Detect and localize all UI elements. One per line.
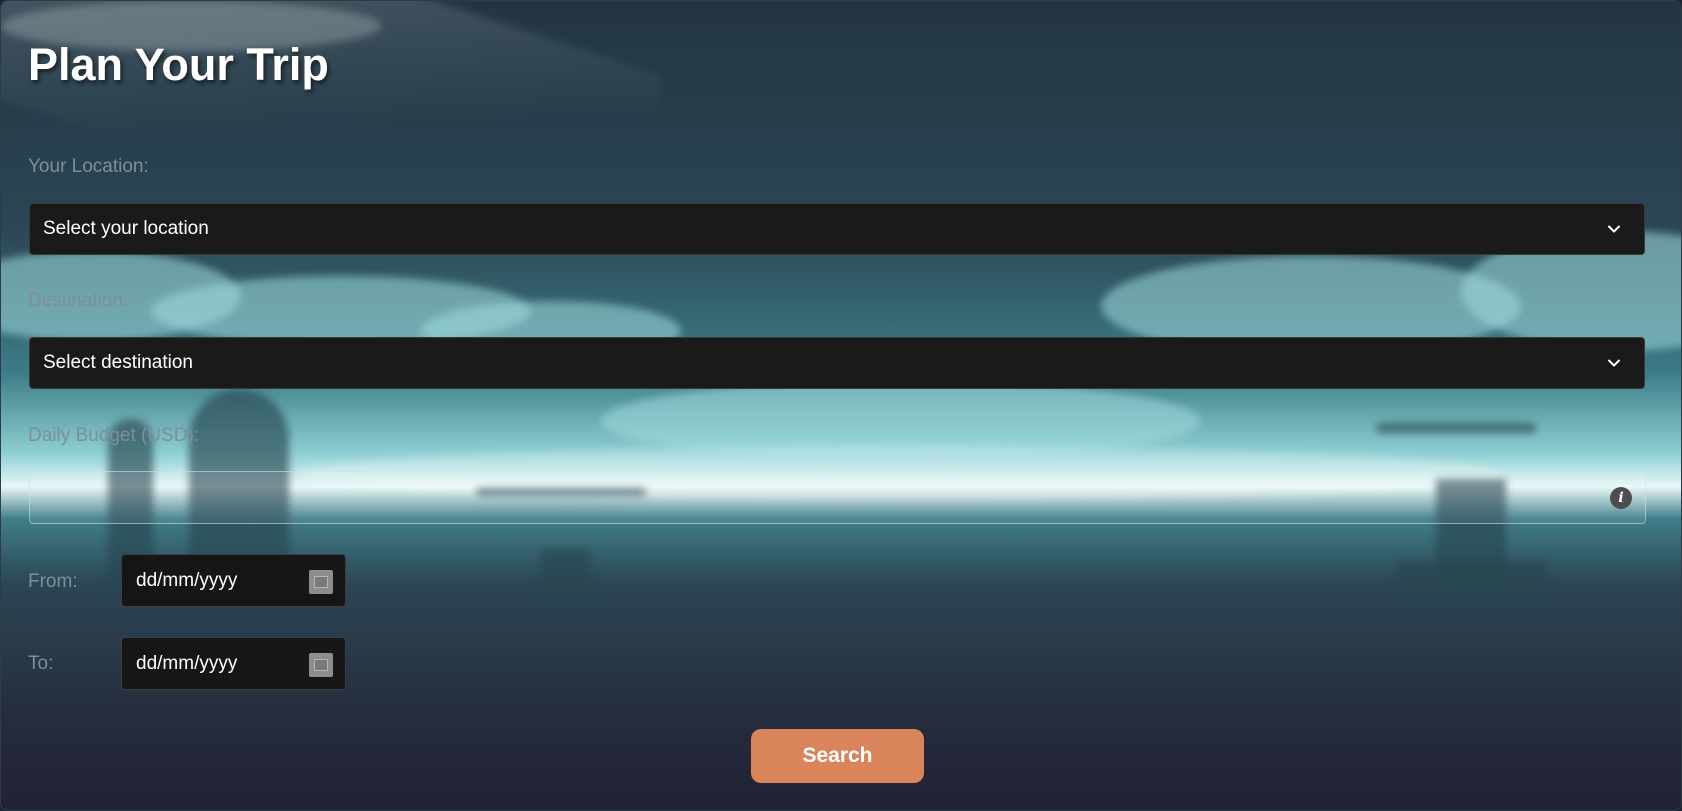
destination-label: Destination: bbox=[28, 290, 129, 311]
plane-silhouette bbox=[1376, 423, 1536, 433]
from-date-placeholder: dd/mm/yyyy bbox=[136, 569, 238, 591]
search-button[interactable]: Search bbox=[751, 729, 924, 783]
info-icon[interactable]: i bbox=[1610, 487, 1632, 509]
trip-planner-panel: Plan Your Trip Your Location: Select you… bbox=[0, 0, 1682, 811]
to-date-input[interactable]: dd/mm/yyyy bbox=[121, 637, 346, 690]
page-title: Plan Your Trip bbox=[28, 39, 329, 90]
building-silhouette bbox=[541, 549, 591, 594]
destination-select-value: Select destination bbox=[43, 352, 193, 373]
to-date-placeholder: dd/mm/yyyy bbox=[136, 652, 238, 674]
budget-label: Daily Budget (USD): bbox=[28, 425, 200, 446]
location-select-value: Select your location bbox=[43, 218, 209, 239]
chevron-down-icon bbox=[1608, 225, 1620, 233]
from-date-input[interactable]: dd/mm/yyyy bbox=[121, 554, 346, 607]
to-label: To: bbox=[28, 653, 54, 674]
from-label: From: bbox=[28, 571, 78, 592]
building-silhouette bbox=[1396, 561, 1546, 591]
location-select[interactable]: Select your location bbox=[29, 203, 1645, 255]
location-label: Your Location: bbox=[28, 156, 149, 177]
calendar-icon[interactable] bbox=[309, 570, 333, 594]
budget-input[interactable]: i bbox=[29, 471, 1646, 524]
chevron-down-icon bbox=[1608, 359, 1620, 367]
destination-select[interactable]: Select destination bbox=[29, 337, 1645, 389]
calendar-icon[interactable] bbox=[309, 653, 333, 677]
